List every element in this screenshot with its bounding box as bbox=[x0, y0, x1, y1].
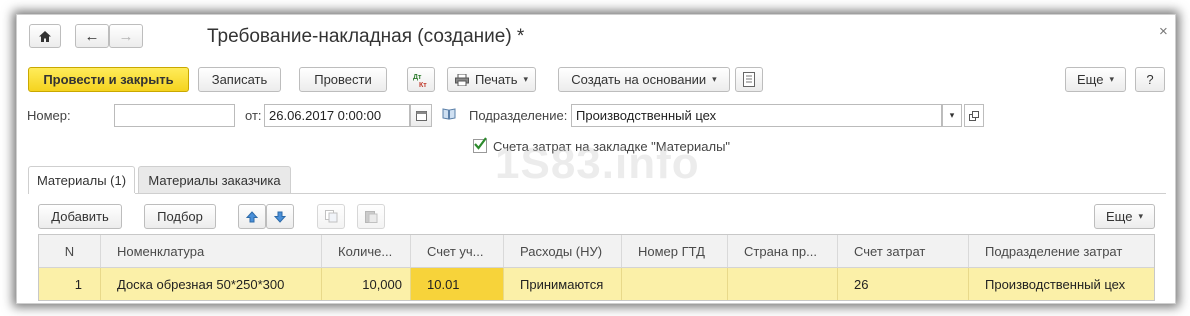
book-icon bbox=[442, 108, 456, 123]
window-title: Требование-накладная (создание) * bbox=[207, 26, 525, 47]
table-cell[interactable]: Принимаются bbox=[504, 268, 622, 300]
chevron-down-icon: ▾ bbox=[712, 74, 717, 84]
svg-text:Дт: Дт bbox=[413, 74, 422, 81]
calendar-icon bbox=[415, 110, 427, 121]
svg-text:Кт: Кт bbox=[419, 82, 427, 88]
dt-kt-icon: Дт Кт bbox=[413, 74, 427, 88]
forward-button[interactable]: → bbox=[109, 24, 143, 48]
table-cell[interactable] bbox=[622, 268, 728, 300]
column-header[interactable]: Количе... bbox=[322, 235, 411, 267]
save-button[interactable]: Записать bbox=[198, 67, 281, 92]
move-up-button[interactable] bbox=[238, 204, 266, 229]
post-button[interactable]: Провести bbox=[299, 67, 387, 92]
create-based-label: Создать на основании bbox=[571, 72, 707, 87]
department-dropdown-button[interactable]: ▾ bbox=[942, 104, 962, 127]
arrow-up-icon bbox=[246, 210, 258, 222]
table-more-label: Еще bbox=[1106, 209, 1133, 224]
calendar-button[interactable] bbox=[410, 104, 432, 127]
column-header[interactable]: N bbox=[39, 235, 101, 267]
post-and-close-button[interactable]: Провести и закрыть bbox=[28, 67, 189, 92]
close-icon[interactable]: × bbox=[1159, 23, 1168, 40]
table-row[interactable]: 1 Доска обрезная 50*250*300 10,000 10.01… bbox=[39, 268, 1154, 300]
date-field[interactable]: 26.06.2017 0:00:00 bbox=[264, 104, 410, 127]
move-down-button[interactable] bbox=[266, 204, 294, 229]
column-header[interactable]: Счет уч... bbox=[411, 235, 504, 267]
print-button[interactable]: Печать ▾ bbox=[447, 67, 536, 92]
table-cell[interactable]: 10,000 bbox=[322, 268, 411, 300]
cost-accounts-checkbox[interactable] bbox=[473, 137, 487, 153]
column-header[interactable]: Подразделение затрат bbox=[969, 235, 1154, 267]
column-header[interactable]: Номер ГТД bbox=[622, 235, 728, 267]
report-button[interactable] bbox=[735, 67, 763, 92]
number-field[interactable] bbox=[114, 104, 235, 127]
column-header[interactable]: Страна пр... bbox=[728, 235, 838, 267]
help-button[interactable]: ? bbox=[1135, 67, 1165, 92]
table-cell[interactable]: 1 bbox=[39, 268, 101, 300]
number-label: Номер: bbox=[27, 108, 71, 123]
chevron-down-icon: ▾ bbox=[523, 74, 529, 84]
materials-table: N Номенклатура Количе... Счет уч... Расх… bbox=[38, 234, 1155, 301]
chevron-down-icon: ▾ bbox=[949, 110, 955, 120]
table-cell[interactable]: Доска обрезная 50*250*300 bbox=[101, 268, 322, 300]
table-cell[interactable] bbox=[728, 268, 838, 300]
more-button[interactable]: Еще ▾ bbox=[1065, 67, 1126, 92]
department-label: Подразделение: bbox=[469, 108, 568, 123]
more-label: Еще bbox=[1077, 72, 1104, 87]
copy-button[interactable] bbox=[317, 204, 345, 229]
home-button[interactable] bbox=[29, 24, 61, 48]
column-header[interactable]: Счет затрат bbox=[838, 235, 969, 267]
paste-button[interactable] bbox=[357, 204, 385, 229]
department-field[interactable]: Производственный цех bbox=[571, 104, 942, 127]
table-header: N Номенклатура Количе... Счет уч... Расх… bbox=[39, 235, 1154, 268]
department-open-button[interactable] bbox=[964, 104, 984, 127]
pick-button[interactable]: Подбор bbox=[144, 204, 216, 229]
checkmark-icon bbox=[474, 137, 487, 150]
column-header[interactable]: Номенклатура bbox=[101, 235, 322, 267]
table-more-button[interactable]: Еще ▾ bbox=[1094, 204, 1155, 229]
home-icon bbox=[39, 30, 51, 42]
chevron-down-icon: ▾ bbox=[1109, 74, 1114, 84]
active-tab-gap bbox=[29, 193, 135, 195]
tab-customer-materials[interactable]: Материалы заказчика bbox=[138, 166, 291, 193]
date-label: от: bbox=[245, 108, 262, 123]
chevron-down-icon: ▾ bbox=[1138, 211, 1143, 221]
printer-icon bbox=[454, 73, 469, 86]
table-cell[interactable]: 10.01 bbox=[411, 268, 504, 300]
tab-materials[interactable]: Материалы (1) bbox=[28, 166, 135, 193]
back-arrow-icon: ← bbox=[84, 27, 100, 45]
column-header[interactable]: Расходы (НУ) bbox=[504, 235, 622, 267]
document-window: ← → Требование-накладная (создание) * × … bbox=[16, 14, 1176, 304]
paste-icon bbox=[364, 211, 377, 223]
document-icon bbox=[743, 72, 755, 87]
forward-arrow-icon: → bbox=[118, 27, 134, 45]
table-cell[interactable]: Производственный цех bbox=[969, 268, 1154, 300]
create-based-on-button[interactable]: Создать на основании ▾ bbox=[558, 67, 730, 92]
table-cell[interactable]: 26 bbox=[838, 268, 969, 300]
back-button[interactable]: ← bbox=[75, 24, 109, 48]
arrow-down-icon bbox=[274, 211, 286, 223]
open-icon bbox=[969, 110, 979, 121]
add-button[interactable]: Добавить bbox=[38, 204, 122, 229]
tab-divider bbox=[28, 193, 1166, 194]
print-label: Печать bbox=[474, 72, 518, 87]
dt-kt-button[interactable]: Дт Кт bbox=[407, 67, 435, 92]
copy-icon bbox=[324, 210, 337, 223]
watermark: 1S83.info bbox=[495, 139, 700, 188]
